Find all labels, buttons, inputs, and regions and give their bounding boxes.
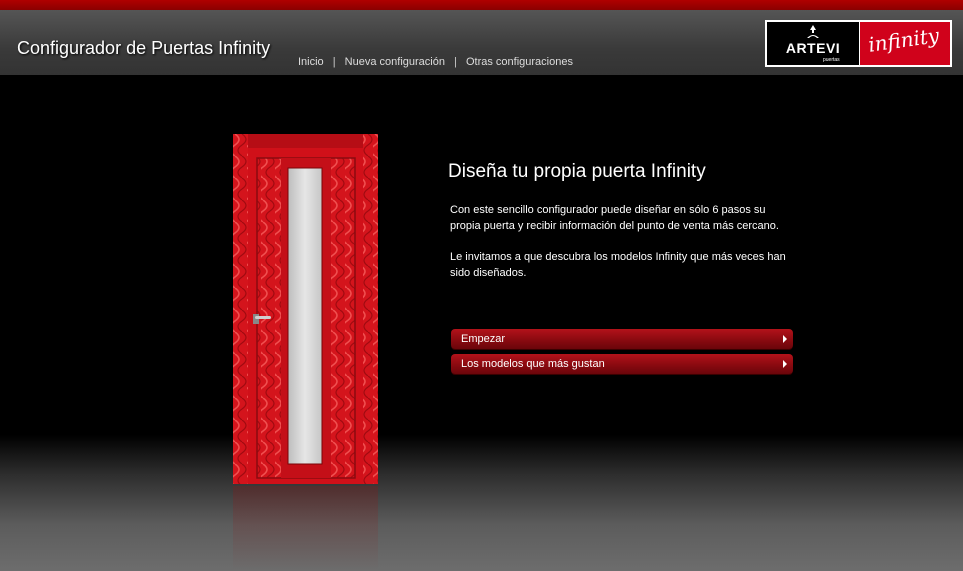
nav-link-nueva-configuracion[interactable]: Nueva configuración bbox=[345, 56, 445, 68]
app-title: Configurador de Puertas Infinity bbox=[17, 38, 271, 58]
nav-separator: | bbox=[454, 56, 457, 68]
top-accent-bar bbox=[0, 0, 963, 10]
intro-paragraph: Le invitamos a que descubra los modelos … bbox=[450, 251, 786, 279]
nav-link-otras-configuraciones[interactable]: Otras configuraciones bbox=[466, 56, 573, 68]
door-image bbox=[233, 134, 378, 484]
page-heading: Diseña tu propia puerta Infinity bbox=[448, 161, 706, 182]
artevi-mark-icon bbox=[807, 25, 819, 38]
arrow-right-icon bbox=[783, 335, 787, 343]
intro-paragraph: Con este sencillo configurador puede dis… bbox=[450, 204, 779, 232]
artevi-sub: puertas bbox=[823, 57, 840, 63]
start-button-label: Empezar bbox=[461, 333, 506, 345]
nav-link-inicio[interactable]: Inicio bbox=[298, 56, 324, 68]
infinity-logo: infinity bbox=[860, 22, 950, 65]
start-button[interactable]: Empezar bbox=[451, 329, 793, 349]
intro-text: Con este sencillo configurador puede dis… bbox=[450, 203, 795, 297]
nav-separator: | bbox=[332, 56, 336, 68]
popular-models-button-label: Los modelos que más gustan bbox=[461, 358, 605, 370]
infinity-wordmark: infinity bbox=[866, 23, 941, 57]
top-nav: Inicio | Nueva configuración | Otras con… bbox=[298, 56, 573, 68]
door-reflection bbox=[233, 486, 378, 571]
stage-background bbox=[0, 75, 963, 571]
artevi-wordmark: ARTEVI bbox=[785, 40, 841, 56]
popular-models-button[interactable]: Los modelos que más gustan bbox=[451, 354, 793, 374]
brand-logo: ARTEVI puertas infinity bbox=[765, 20, 952, 67]
artevi-logo: ARTEVI puertas bbox=[767, 22, 859, 65]
arrow-right-icon bbox=[783, 360, 787, 368]
